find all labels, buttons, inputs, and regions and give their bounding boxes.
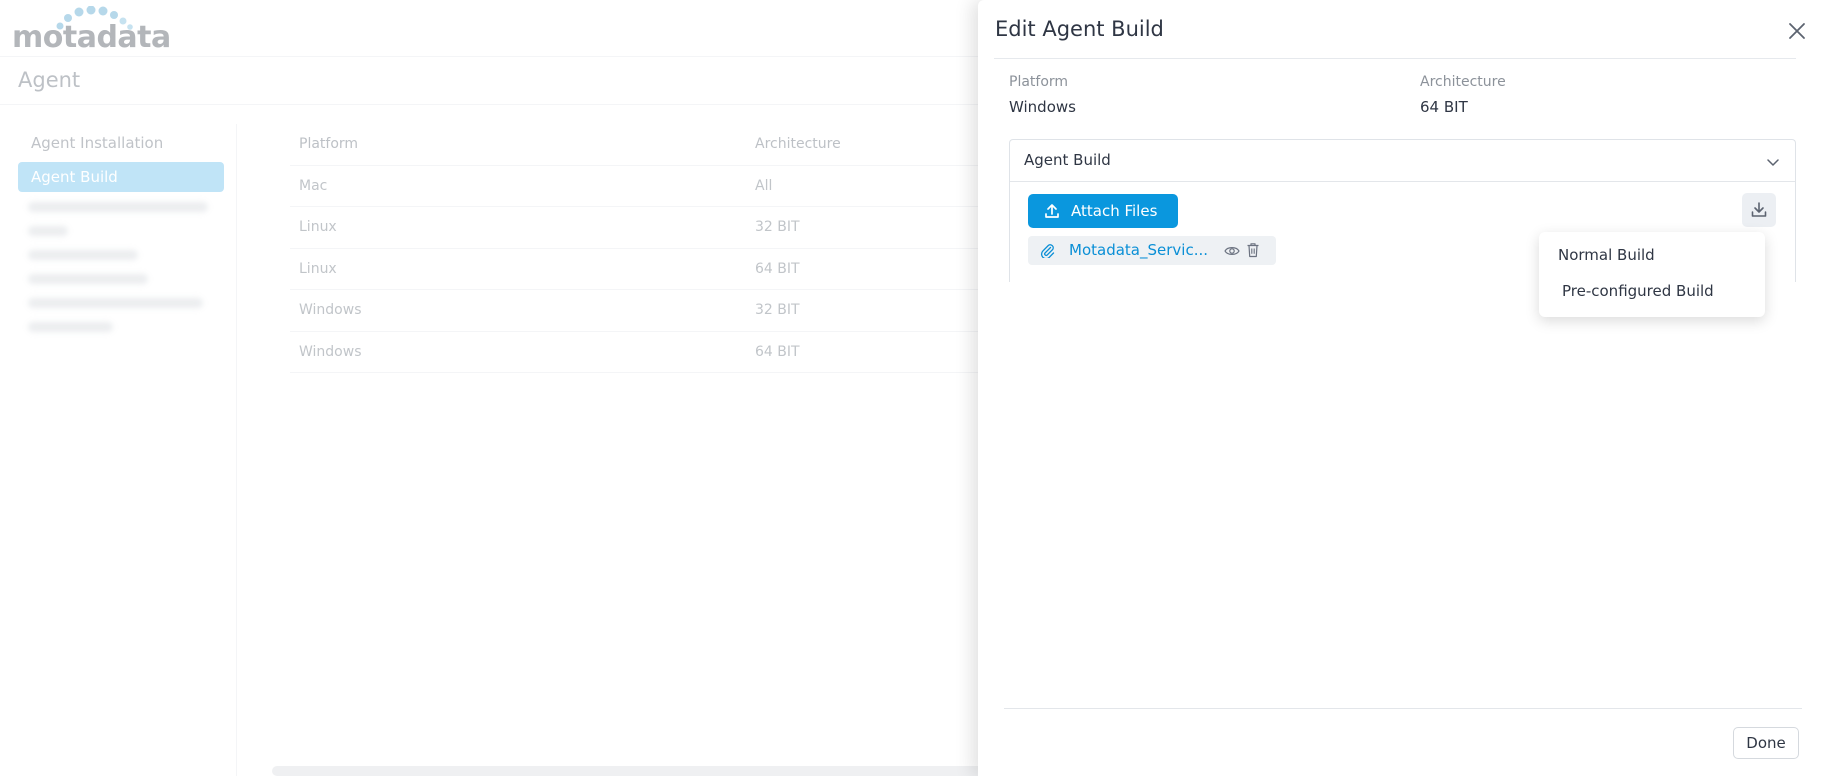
- architecture-label: Architecture: [1420, 74, 1506, 90]
- drawer-title: Edit Agent Build: [995, 17, 1164, 41]
- menu-item-preconfigured-build[interactable]: Pre-configured Build: [1562, 282, 1714, 300]
- menu-item-normal-build[interactable]: Normal Build: [1558, 246, 1655, 264]
- attached-file-chip: Motadata_Servic...: [1028, 236, 1276, 265]
- footer-divider: [1004, 708, 1802, 709]
- drawer-title-divider: [994, 58, 1796, 59]
- trash-icon[interactable]: [1246, 242, 1260, 258]
- eye-icon[interactable]: [1224, 244, 1240, 258]
- attached-file-name[interactable]: Motadata_Servic...: [1069, 241, 1209, 259]
- paperclip-icon: [1040, 244, 1055, 258]
- accordion-header[interactable]: Agent Build: [1010, 140, 1795, 182]
- download-build-menu: Normal Build Pre-configured Build: [1539, 232, 1765, 317]
- platform-label: Platform: [1009, 74, 1069, 90]
- attach-files-button[interactable]: Attach Files: [1028, 194, 1178, 228]
- download-build-button[interactable]: [1742, 193, 1776, 227]
- close-icon[interactable]: [1786, 20, 1808, 42]
- chevron-down-icon: [1767, 159, 1779, 166]
- download-icon: [1751, 202, 1767, 217]
- attach-files-label: Attach Files: [1071, 202, 1158, 220]
- upload-icon: [1045, 204, 1059, 218]
- platform-value: Windows: [1009, 98, 1076, 116]
- accordion-title: Agent Build: [1024, 151, 1111, 169]
- done-button[interactable]: Done: [1733, 727, 1799, 759]
- architecture-value: 64 BIT: [1420, 98, 1468, 116]
- edit-agent-build-drawer: Edit Agent Build Platform Windows Archit…: [978, 0, 1826, 776]
